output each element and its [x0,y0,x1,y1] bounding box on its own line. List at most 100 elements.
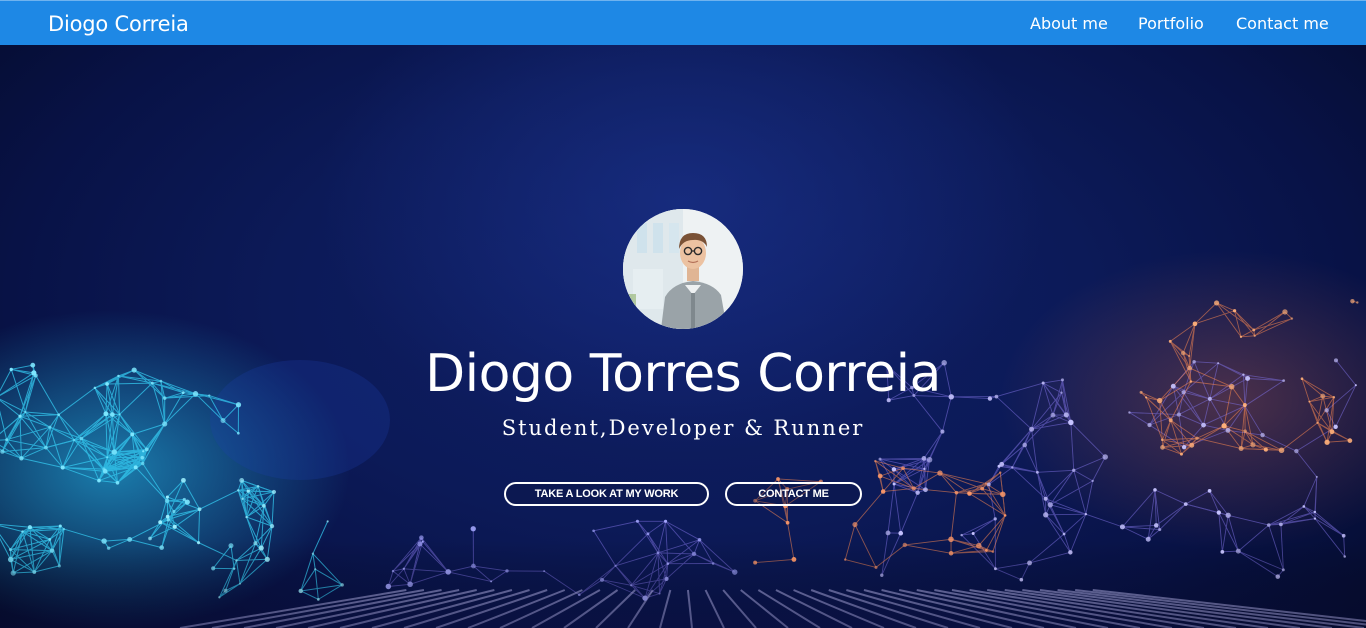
network-node [271,489,277,495]
network-node [1119,524,1125,530]
network-link [875,460,904,469]
network-node [923,467,926,471]
brand-logo-text[interactable]: Diogo Correia [48,10,189,38]
network-node [1153,488,1157,492]
network-node [172,524,177,529]
network-node [141,461,145,466]
network-node [1290,317,1294,320]
network-node [967,491,972,496]
network-node [1356,301,1359,304]
network-node [158,520,163,525]
top-navbar: Diogo Correia About me Portfolio Contact… [0,0,1366,45]
network-node [19,456,24,461]
network-node [1047,502,1053,508]
network-node [1225,512,1231,518]
network-node [44,445,48,450]
network-node [1207,489,1212,493]
network-node [1239,335,1243,338]
network-node [1263,447,1268,452]
network-node [1238,446,1244,451]
nav-link-portfolio[interactable]: Portfolio [1138,14,1204,34]
network-node [993,517,997,521]
network-node [1043,496,1048,501]
network-node [592,529,595,533]
nav-link-contact-me[interactable]: Contact me [1236,14,1329,34]
network-node [140,455,145,460]
network-node [102,467,106,471]
network-node [256,485,260,488]
network-link [969,493,1006,516]
network-node [1341,533,1346,538]
network-node [1003,514,1007,517]
network-node [971,532,975,535]
network-link [981,472,1001,489]
network-link [1045,513,1086,516]
network-link [950,492,957,540]
network-node [419,535,424,540]
network-node [1266,523,1271,527]
network-node [1350,299,1355,304]
profile-avatar [623,209,743,329]
network-node [1302,505,1306,508]
network-node [1213,300,1220,306]
network-node [269,523,275,529]
profile-photo [623,209,743,329]
network-node [115,480,120,485]
network-link [999,472,1004,495]
network-node [62,527,66,531]
network-node [1181,445,1187,450]
network-node [885,530,891,536]
network-node [148,536,152,541]
network-node [1279,522,1283,527]
network-link [893,483,902,534]
network-node [1324,408,1329,413]
network-node [58,524,62,528]
network-node [891,467,897,472]
network-node [246,489,250,493]
take-a-look-at-my-work-button[interactable]: TAKE A LOOK AT MY WORK [504,482,709,506]
network-link [1049,504,1065,535]
network-node [877,473,883,479]
network-node [1084,512,1088,516]
network-node [1062,532,1066,536]
network-node [60,465,65,470]
network-node [172,509,176,514]
network-node [960,533,963,537]
hero-name-heading: Diogo Torres Correia [425,344,941,404]
network-node [326,520,329,523]
network-node [1022,442,1028,448]
network-node [1153,523,1159,528]
network-node [980,486,985,491]
network-node [1158,528,1162,532]
network-node [635,519,639,523]
network-node [1189,442,1195,448]
network-node [915,490,920,495]
network-node [133,465,138,470]
contact-me-button[interactable]: CONTACT ME [725,482,862,506]
network-node [164,498,170,504]
network-node [986,482,991,487]
network-link [969,493,1003,495]
network-node [878,457,882,461]
network-node [911,486,916,491]
network-node [21,530,24,533]
network-node [874,459,877,463]
network-node [1091,479,1094,483]
network-node [926,456,933,463]
network-node [1313,510,1317,514]
network-node [997,464,1001,468]
network-node [1043,512,1049,518]
network-node [1253,334,1256,337]
nav-link-about-me[interactable]: About me [1030,14,1108,34]
network-node [470,526,476,532]
network-link [1045,514,1065,535]
network-node [1216,510,1221,515]
network-node [237,489,240,492]
network-node [27,525,33,530]
network-link [900,492,919,534]
network-node [1183,502,1188,506]
network-node [1160,445,1165,450]
network-node [937,470,943,476]
network-node [97,478,101,483]
network-node [776,477,780,481]
